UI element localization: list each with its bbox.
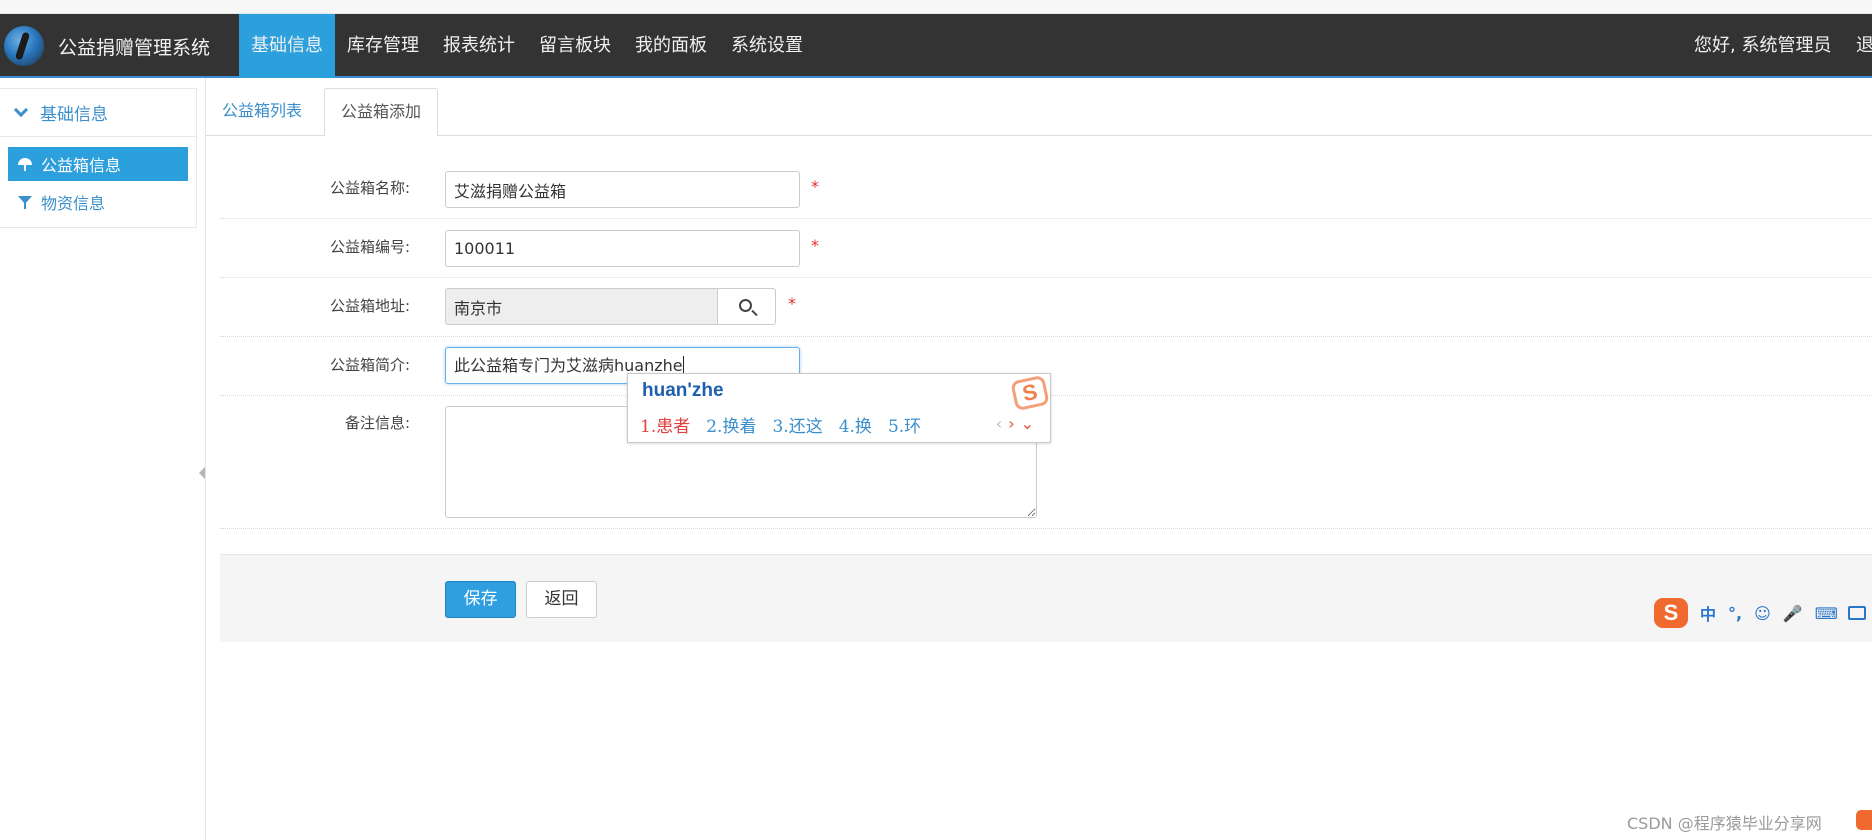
- browser-top-strip: [0, 0, 1872, 14]
- sidebar-section-title: 基础信息: [40, 105, 108, 125]
- ime-candidate[interactable]: 1.患者: [640, 412, 690, 437]
- ime-candidate-popup: huan'zhe S 1.患者 2.换着 3.还这 4.换 5.环 ‹›⌄: [627, 373, 1051, 443]
- box-address-input[interactable]: [445, 288, 718, 325]
- user-greeting: 您好, 系统管理员: [1694, 35, 1832, 56]
- box-name-input[interactable]: [445, 171, 800, 208]
- sidebar-item-label: 公益箱信息: [41, 156, 122, 175]
- form-row-code: 公益箱编号: *: [220, 219, 1872, 278]
- chevron-right-icon[interactable]: ›: [1008, 414, 1020, 433]
- remark-label: 备注信息:: [344, 414, 410, 432]
- code-label: 公益箱编号:: [329, 238, 410, 256]
- box-code-input[interactable]: [445, 230, 800, 267]
- form-actions-bar: 保存 返回: [220, 554, 1872, 642]
- ime-candidate[interactable]: 2.换着: [706, 412, 756, 437]
- tab-bar: 公益箱列表 公益箱添加: [206, 88, 1872, 137]
- sidebar-divider: [205, 78, 206, 840]
- filter-icon: [18, 195, 32, 209]
- form-row-address: 公益箱地址: *: [220, 278, 1872, 337]
- app-logo-icon: [4, 26, 44, 66]
- ime-candidate[interactable]: 5.环: [888, 412, 921, 437]
- sidebar-item-label: 物资信息: [41, 194, 106, 213]
- logout-link[interactable]: 退出: [1856, 14, 1872, 78]
- sogou-logo-icon[interactable]: S: [1654, 598, 1688, 628]
- top-navbar: 公益捐赠管理系统 基础信息 库存管理 报表统计 留言板块 我的面板 系统设置 您…: [0, 14, 1872, 78]
- required-mark: *: [788, 294, 796, 313]
- keyboard-icon[interactable]: ⌨: [1815, 604, 1838, 623]
- ime-page-nav: ‹›⌄: [996, 414, 1040, 433]
- sidebar-collapse-icon[interactable]: [199, 467, 205, 479]
- main-nav: 基础信息 库存管理 报表统计 留言板块 我的面板 系统设置: [239, 14, 815, 78]
- sidebar-item-box-info[interactable]: 公益箱信息: [8, 147, 188, 181]
- name-label: 公益箱名称:: [329, 179, 410, 197]
- sidebar-item-supplies-info[interactable]: 物资信息: [8, 185, 188, 219]
- sidebar-section-header[interactable]: 基础信息: [0, 89, 196, 137]
- required-mark: *: [811, 236, 819, 255]
- umbrella-icon: [18, 157, 32, 171]
- nav-item-settings[interactable]: 系统设置: [719, 14, 815, 78]
- ime-punctuation-icon[interactable]: °,: [1728, 604, 1742, 623]
- chevron-down-icon: [13, 102, 29, 117]
- sidebar: 基础信息 公益箱信息 物资信息: [0, 88, 197, 228]
- sogou-tray-icon: [1856, 810, 1872, 830]
- nav-item-basic-info[interactable]: 基础信息: [239, 14, 335, 78]
- ime-mode-chinese[interactable]: 中: [1700, 601, 1716, 625]
- ime-toolbar: S 中 °, ☺ 🎤 ⌨: [1654, 596, 1872, 630]
- app-title: 公益捐赠管理系统: [58, 36, 211, 59]
- ime-pinyin: huan'zhe: [642, 380, 724, 401]
- address-label: 公益箱地址:: [329, 297, 410, 315]
- skin-icon[interactable]: [1847, 606, 1866, 620]
- form-row-name: 公益箱名称: *: [220, 160, 1872, 219]
- required-mark: *: [811, 177, 819, 196]
- back-button[interactable]: 返回: [526, 581, 597, 618]
- tab-box-add[interactable]: 公益箱添加: [324, 88, 439, 137]
- text-caret: [682, 356, 684, 374]
- watermark: CSDN @程序猿毕业分享网: [1627, 814, 1822, 833]
- ime-candidate[interactable]: 4.换: [839, 412, 872, 437]
- search-icon: [739, 299, 752, 312]
- nav-item-inventory[interactable]: 库存管理: [335, 14, 431, 78]
- nav-item-reports[interactable]: 报表统计: [431, 14, 527, 78]
- tab-box-list[interactable]: 公益箱列表: [206, 88, 318, 136]
- brand[interactable]: 公益捐赠管理系统: [4, 22, 210, 70]
- ime-candidates: 1.患者 2.换着 3.还这 4.换 5.环: [640, 412, 937, 437]
- chevron-left-icon[interactable]: ‹: [996, 414, 1008, 433]
- address-search-button[interactable]: [718, 288, 776, 325]
- intro-label: 公益箱简介:: [329, 356, 410, 374]
- nav-item-my-panel[interactable]: 我的面板: [623, 14, 719, 78]
- ime-candidate[interactable]: 3.还这: [772, 412, 822, 437]
- chevron-down-icon[interactable]: ⌄: [1021, 414, 1040, 433]
- sogou-logo-icon: S: [1010, 374, 1050, 412]
- save-button[interactable]: 保存: [445, 581, 516, 618]
- nav-item-messages[interactable]: 留言板块: [527, 14, 623, 78]
- emoji-icon[interactable]: ☺: [1754, 604, 1771, 623]
- microphone-icon[interactable]: 🎤: [1783, 604, 1803, 623]
